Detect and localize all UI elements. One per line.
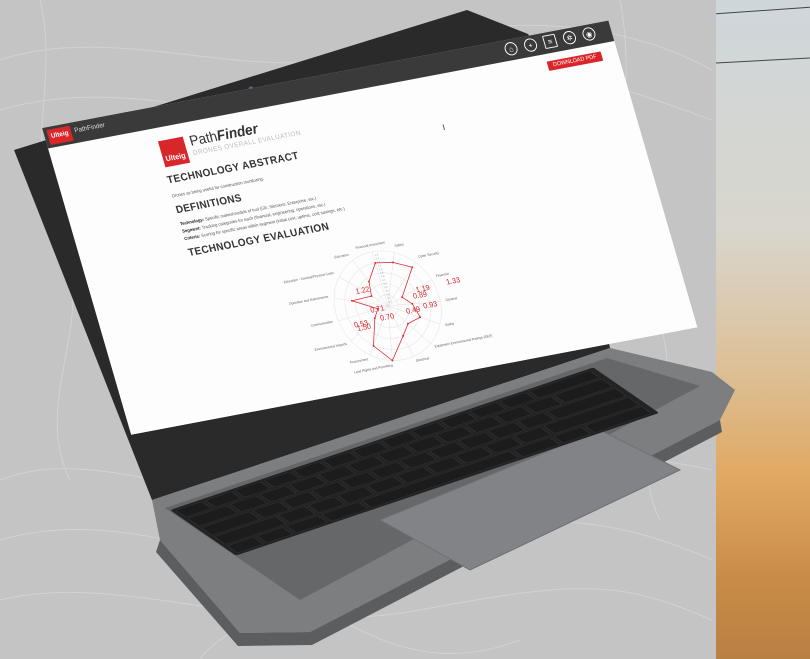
radar-category-label: Safety bbox=[445, 321, 455, 327]
def-criteria-label: Criteria: bbox=[183, 233, 201, 242]
radar-value-label: 0.49 bbox=[405, 304, 421, 316]
user-icon[interactable]: ◉ bbox=[580, 26, 598, 42]
radar-category-label: Cyber Security bbox=[417, 251, 439, 259]
document-icon[interactable]: ≡ bbox=[541, 33, 559, 50]
radar-category-label: Electrical bbox=[416, 356, 430, 362]
radar-category-label: General bbox=[445, 296, 458, 302]
radar-category-label: Procurement bbox=[349, 357, 368, 364]
radar-point bbox=[370, 295, 373, 298]
brand-name: PathFinder bbox=[73, 122, 106, 135]
ulteig-logo[interactable]: Ulteig bbox=[46, 125, 74, 145]
home-icon[interactable]: ⌂ bbox=[503, 41, 520, 57]
radar-chart: Financial Investment Safety Cyber Security… bbox=[283, 240, 493, 374]
plus-icon[interactable]: + bbox=[522, 37, 539, 53]
download-pdf-button[interactable]: DOWNLOAD PDF bbox=[546, 51, 604, 71]
ulteig-logo-block: Ulteig bbox=[157, 136, 191, 168]
radar-category-label: Communication bbox=[310, 320, 333, 328]
radar-category-label: Equipment Environmental Ratings (EER) bbox=[434, 334, 493, 349]
radar-category-label: Environmental Impacts bbox=[314, 342, 348, 352]
radar-category-label: Operation and Maintenance bbox=[288, 295, 329, 306]
def-segment-label: Segment: bbox=[181, 225, 202, 234]
radar-value-label: 0.89 bbox=[412, 289, 428, 301]
radar-category-label: Safety bbox=[394, 242, 404, 248]
radar-point bbox=[351, 299, 353, 302]
radar-category-label: Land Rights and Permitting bbox=[354, 363, 394, 374]
radar-category-label: Education - Societal/Physical Costs bbox=[283, 271, 334, 285]
radar-point bbox=[411, 266, 414, 269]
radar-category-label: Financial Investment bbox=[355, 240, 385, 250]
radar-value-label: 1.33 bbox=[445, 275, 461, 287]
mouse-cursor bbox=[442, 123, 449, 131]
gear-icon[interactable]: ✲ bbox=[561, 29, 578, 46]
radar-value-label: 0.93 bbox=[422, 299, 438, 311]
radar-category-label: Education bbox=[334, 253, 349, 260]
